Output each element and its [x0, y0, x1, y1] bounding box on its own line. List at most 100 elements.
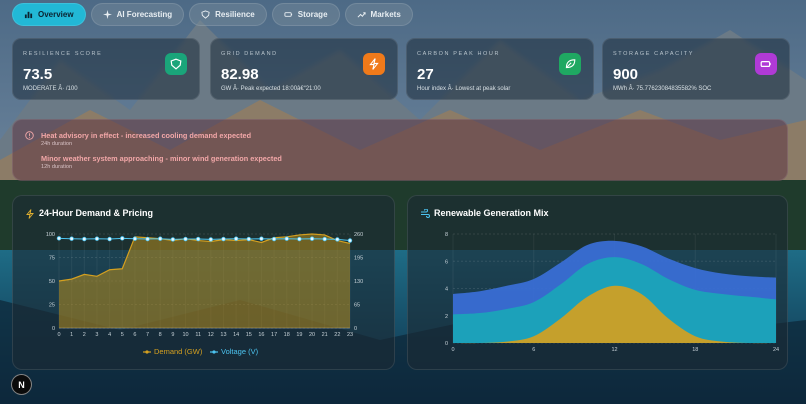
tab-label: Resilience: [215, 10, 255, 19]
voltage-point: [284, 236, 289, 241]
x-tick-label: 23: [347, 332, 353, 338]
x-tick-label: 7: [146, 332, 149, 338]
x-tick-label: 16: [258, 332, 264, 338]
shield-icon: [165, 53, 187, 75]
x-tick-label: 3: [95, 332, 98, 338]
y-tick-label: 50: [49, 279, 55, 285]
voltage-point: [233, 236, 239, 241]
kpi-subtext: MWh Â· 75.77623084835582% SOC: [613, 86, 712, 92]
tab-overview[interactable]: Overview: [12, 3, 86, 26]
x-tick-label: 5: [121, 332, 124, 338]
voltage-point: [183, 236, 188, 242]
voltage-point: [132, 236, 138, 241]
voltage-point: [246, 236, 251, 242]
leaf-icon: [559, 53, 581, 75]
voltage-point: [297, 236, 302, 242]
voltage-point: [170, 237, 176, 242]
tab-storage[interactable]: Storage: [271, 3, 340, 26]
kpi-value: 900: [613, 66, 639, 83]
alert-duration: 12h duration: [41, 164, 73, 170]
voltage-point: [322, 236, 327, 242]
alert-duration: 24h duration: [41, 141, 73, 147]
sparkle-icon: [102, 10, 112, 19]
voltage-point: [82, 236, 87, 242]
x-tick-label: 21: [322, 332, 328, 338]
kpi-subtext: Hour index Â· Lowest at peak solar: [417, 86, 511, 92]
bolt-icon: [363, 53, 385, 75]
legend-marker-voltage: [212, 350, 216, 354]
x-tick-label: 17: [271, 332, 277, 338]
voltage-point: [347, 238, 353, 243]
demand-area: [59, 234, 350, 328]
y-tick-label: 6: [445, 259, 448, 265]
x-tick-label: 18: [692, 347, 698, 353]
weather-alerts-panel: Heat advisory in effect - increased cool…: [12, 119, 788, 181]
x-tick-label: 12: [208, 332, 214, 338]
y-tick-label: 0: [52, 326, 55, 332]
legend-label-voltage: Voltage (V): [221, 347, 259, 356]
x-tick-label: 2: [83, 332, 86, 338]
x-tick-label: 18: [284, 332, 290, 338]
tab-ai-forecasting[interactable]: AI Forecasting: [90, 3, 185, 26]
voltage-point: [69, 236, 74, 241]
y2-tick-label: 130: [354, 279, 363, 285]
x-tick-label: 12: [611, 347, 617, 353]
x-tick-label: 15: [246, 332, 252, 338]
x-tick-label: 1: [70, 332, 73, 338]
voltage-point: [221, 236, 226, 242]
alert-circle-icon: [25, 131, 34, 140]
alert-title: Minor weather system approaching - minor…: [41, 154, 282, 163]
voltage-point: [208, 237, 214, 242]
x-tick-label: 11: [195, 332, 201, 338]
x-tick-label: 22: [334, 332, 340, 338]
demand-pricing-chart: 02550751000651301952600 1 2 3 4 5 6 7 8 9 10 11 12 13…: [46, 232, 363, 356]
voltage-point: [145, 236, 150, 242]
voltage-point: [94, 236, 100, 241]
trend-up-icon: [357, 12, 366, 18]
kpi-label: CARBON PEAK HOUR: [417, 51, 501, 57]
tab-markets[interactable]: Markets: [344, 3, 413, 26]
legend-marker-demand: [145, 350, 149, 354]
x-tick-label: 13: [220, 332, 226, 338]
voltage-point: [259, 236, 264, 241]
y2-tick-label: 195: [354, 256, 363, 262]
voltage-point: [107, 236, 112, 242]
kpi-value: 73.5: [23, 66, 53, 83]
y-tick-label: 8: [445, 232, 448, 238]
y-tick-label: 0: [445, 341, 448, 347]
demand-pricing-panel: 24-Hour Demand & Pricing 0 25 50 75 100 0 65 13…: [12, 195, 395, 370]
y-tick-label: 2: [445, 314, 448, 320]
battery-icon: [284, 12, 292, 17]
shield-icon: [201, 10, 210, 19]
y-tick-label: 4: [445, 287, 448, 293]
kpi-resilience-score: RESILIENCE SCORE 73.5 MODERATE Â· /100: [12, 38, 200, 100]
tab-label: AI Forecasting: [116, 10, 173, 19]
x-tick-label: 9: [171, 332, 174, 338]
x-tick-label: 6: [532, 347, 535, 353]
voltage-point: [271, 236, 277, 242]
tab-label: Overview: [38, 10, 74, 19]
x-tick-label: 8: [159, 332, 162, 338]
kpi-grid-demand: GRID DEMAND 82.98 GW Â· Peak expected 18…: [210, 38, 398, 100]
voltage-point: [335, 237, 340, 242]
kpi-label: RESILIENCE SCORE: [23, 51, 103, 57]
kpi-subtext: GW Â· Peak expected 18:00â€“21:00: [221, 86, 321, 92]
bar-chart-icon: [24, 11, 33, 19]
kpi-label: GRID DEMAND: [221, 51, 278, 57]
y2-tick-label: 65: [354, 303, 360, 309]
renewable-mix-chart: 024680 6 12 18 24: [445, 232, 779, 353]
app-logo[interactable]: N: [11, 374, 32, 395]
x-tick-label: 19: [296, 332, 302, 338]
x-tick-label: 24: [773, 347, 779, 353]
x-tick-label: 6: [133, 332, 136, 338]
kpi-value: 82.98: [221, 66, 259, 83]
x-tick-label: 0: [451, 347, 454, 353]
y2-tick-label: 260: [354, 232, 363, 238]
voltage-point: [195, 236, 201, 242]
voltage-point: [309, 236, 315, 241]
kpi-label: STORAGE CAPACITY: [613, 51, 695, 57]
x-tick-label: 10: [182, 332, 188, 338]
renewable-mix-panel: Renewable Generation Mix 0 2 4 6 8 0 6 12 18 24: [407, 195, 788, 370]
tab-resilience[interactable]: Resilience: [189, 3, 267, 26]
y-tick-label: 100: [46, 232, 55, 238]
